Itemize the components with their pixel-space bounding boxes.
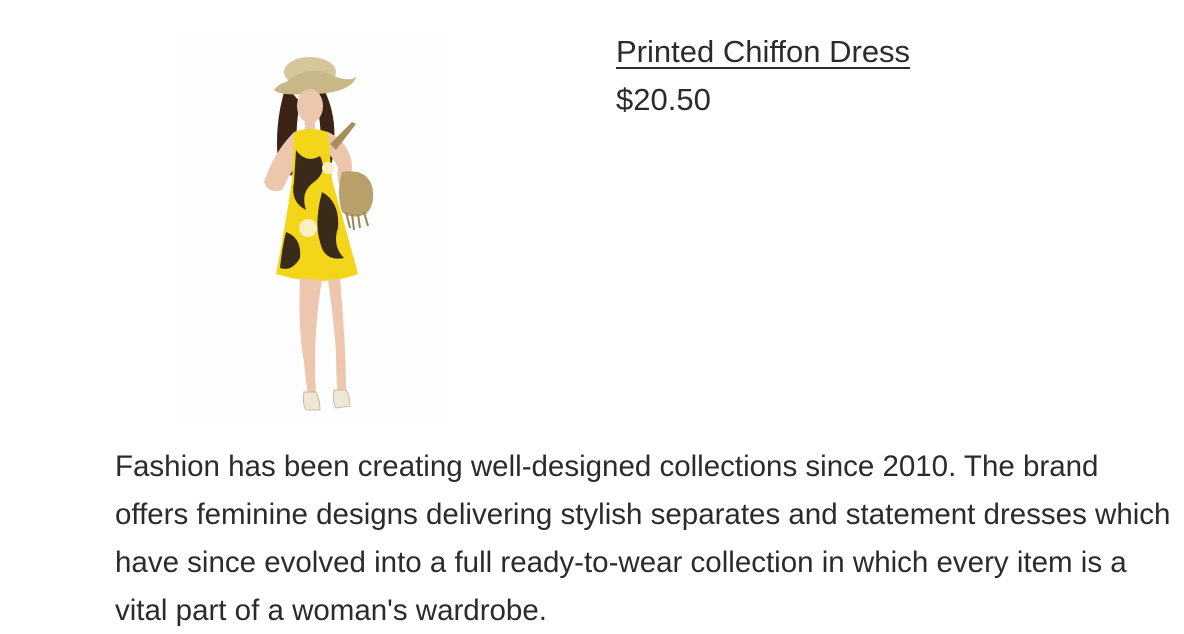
product-description: Fashion has been creating well-designed … — [115, 450, 1171, 627]
neck — [305, 118, 315, 130]
product-page: Printed Chiffon Dress $20.50 Fashion has… — [0, 0, 1184, 634]
product-info: Printed Chiffon Dress $20.50 — [616, 30, 910, 122]
right-shoe — [332, 389, 351, 409]
product-price: $20.50 — [616, 82, 711, 117]
face — [297, 89, 323, 123]
product-name-link[interactable]: Printed Chiffon Dress — [616, 30, 910, 74]
dress-pattern-5 — [322, 162, 334, 174]
dress-pattern-4 — [299, 219, 317, 237]
product-image[interactable] — [182, 32, 444, 424]
left-shoe — [302, 391, 321, 411]
